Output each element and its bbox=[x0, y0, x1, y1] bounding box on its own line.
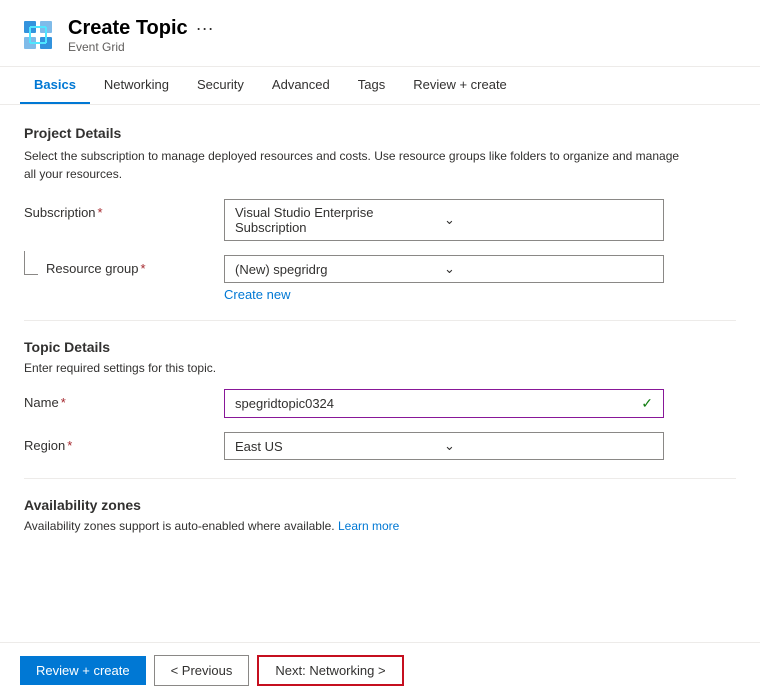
region-row: Region* East US ⌄ bbox=[24, 432, 736, 460]
resource-group-dropdown-arrow: ⌄ bbox=[444, 261, 653, 277]
region-dropdown-arrow: ⌄ bbox=[444, 438, 653, 454]
name-label: Name* bbox=[24, 389, 204, 410]
subscription-control: Visual Studio Enterprise Subscription ⌄ bbox=[224, 199, 736, 241]
page-header: Create Topic ··· Event Grid bbox=[0, 0, 760, 67]
page-title: Create Topic bbox=[68, 16, 188, 40]
footer: Review + create < Previous Next: Network… bbox=[0, 642, 760, 698]
more-options-button[interactable]: ··· bbox=[196, 18, 214, 39]
name-input-field[interactable]: ✓ bbox=[224, 389, 664, 418]
create-new-link[interactable]: Create new bbox=[224, 287, 290, 302]
page-subtitle: Event Grid bbox=[68, 40, 214, 54]
tab-advanced[interactable]: Advanced bbox=[258, 67, 344, 104]
tab-security[interactable]: Security bbox=[183, 67, 258, 104]
region-control: East US ⌄ bbox=[224, 432, 736, 460]
availability-zones-description: Availability zones support is auto-enabl… bbox=[24, 519, 736, 533]
tab-tags[interactable]: Tags bbox=[344, 67, 399, 104]
topic-details-description: Enter required settings for this topic. bbox=[24, 361, 736, 375]
subscription-row: Subscription* Visual Studio Enterprise S… bbox=[24, 199, 736, 241]
next-button[interactable]: Next: Networking > bbox=[257, 655, 403, 686]
tab-bar: Basics Networking Security Advanced Tags… bbox=[0, 67, 760, 105]
review-create-button[interactable]: Review + create bbox=[20, 656, 146, 685]
tab-networking[interactable]: Networking bbox=[90, 67, 183, 104]
name-check-icon: ✓ bbox=[641, 395, 653, 412]
project-details-description: Select the subscription to manage deploy… bbox=[24, 147, 684, 183]
section-divider-2 bbox=[24, 478, 736, 479]
region-dropdown[interactable]: East US ⌄ bbox=[224, 432, 664, 460]
subscription-label: Subscription* bbox=[24, 199, 204, 220]
subscription-dropdown[interactable]: Visual Studio Enterprise Subscription ⌄ bbox=[224, 199, 664, 241]
main-content: Project Details Select the subscription … bbox=[0, 105, 760, 553]
name-row: Name* ✓ bbox=[24, 389, 736, 418]
resource-group-label-wrap: Resource group* bbox=[24, 255, 204, 276]
resource-group-control: (New) spegridrg ⌄ Create new bbox=[224, 255, 736, 302]
section-divider-1 bbox=[24, 320, 736, 321]
subscription-dropdown-arrow: ⌄ bbox=[444, 212, 653, 228]
name-input[interactable] bbox=[235, 396, 641, 411]
header-text-group: Create Topic ··· Event Grid bbox=[68, 16, 214, 54]
availability-zones-heading: Availability zones bbox=[24, 497, 736, 513]
tab-review-create[interactable]: Review + create bbox=[399, 67, 521, 104]
name-control: ✓ bbox=[224, 389, 736, 418]
project-details-heading: Project Details bbox=[24, 125, 736, 141]
resource-group-label: Resource group* bbox=[46, 261, 146, 276]
learn-more-link[interactable]: Learn more bbox=[338, 519, 399, 533]
resource-group-dropdown[interactable]: (New) spegridrg ⌄ bbox=[224, 255, 664, 283]
previous-button[interactable]: < Previous bbox=[154, 655, 250, 686]
tab-basics[interactable]: Basics bbox=[20, 67, 90, 104]
event-grid-icon bbox=[20, 17, 56, 53]
resource-group-row: Resource group* (New) spegridrg ⌄ Create… bbox=[24, 255, 736, 302]
region-label: Region* bbox=[24, 432, 204, 453]
topic-details-heading: Topic Details bbox=[24, 339, 736, 355]
